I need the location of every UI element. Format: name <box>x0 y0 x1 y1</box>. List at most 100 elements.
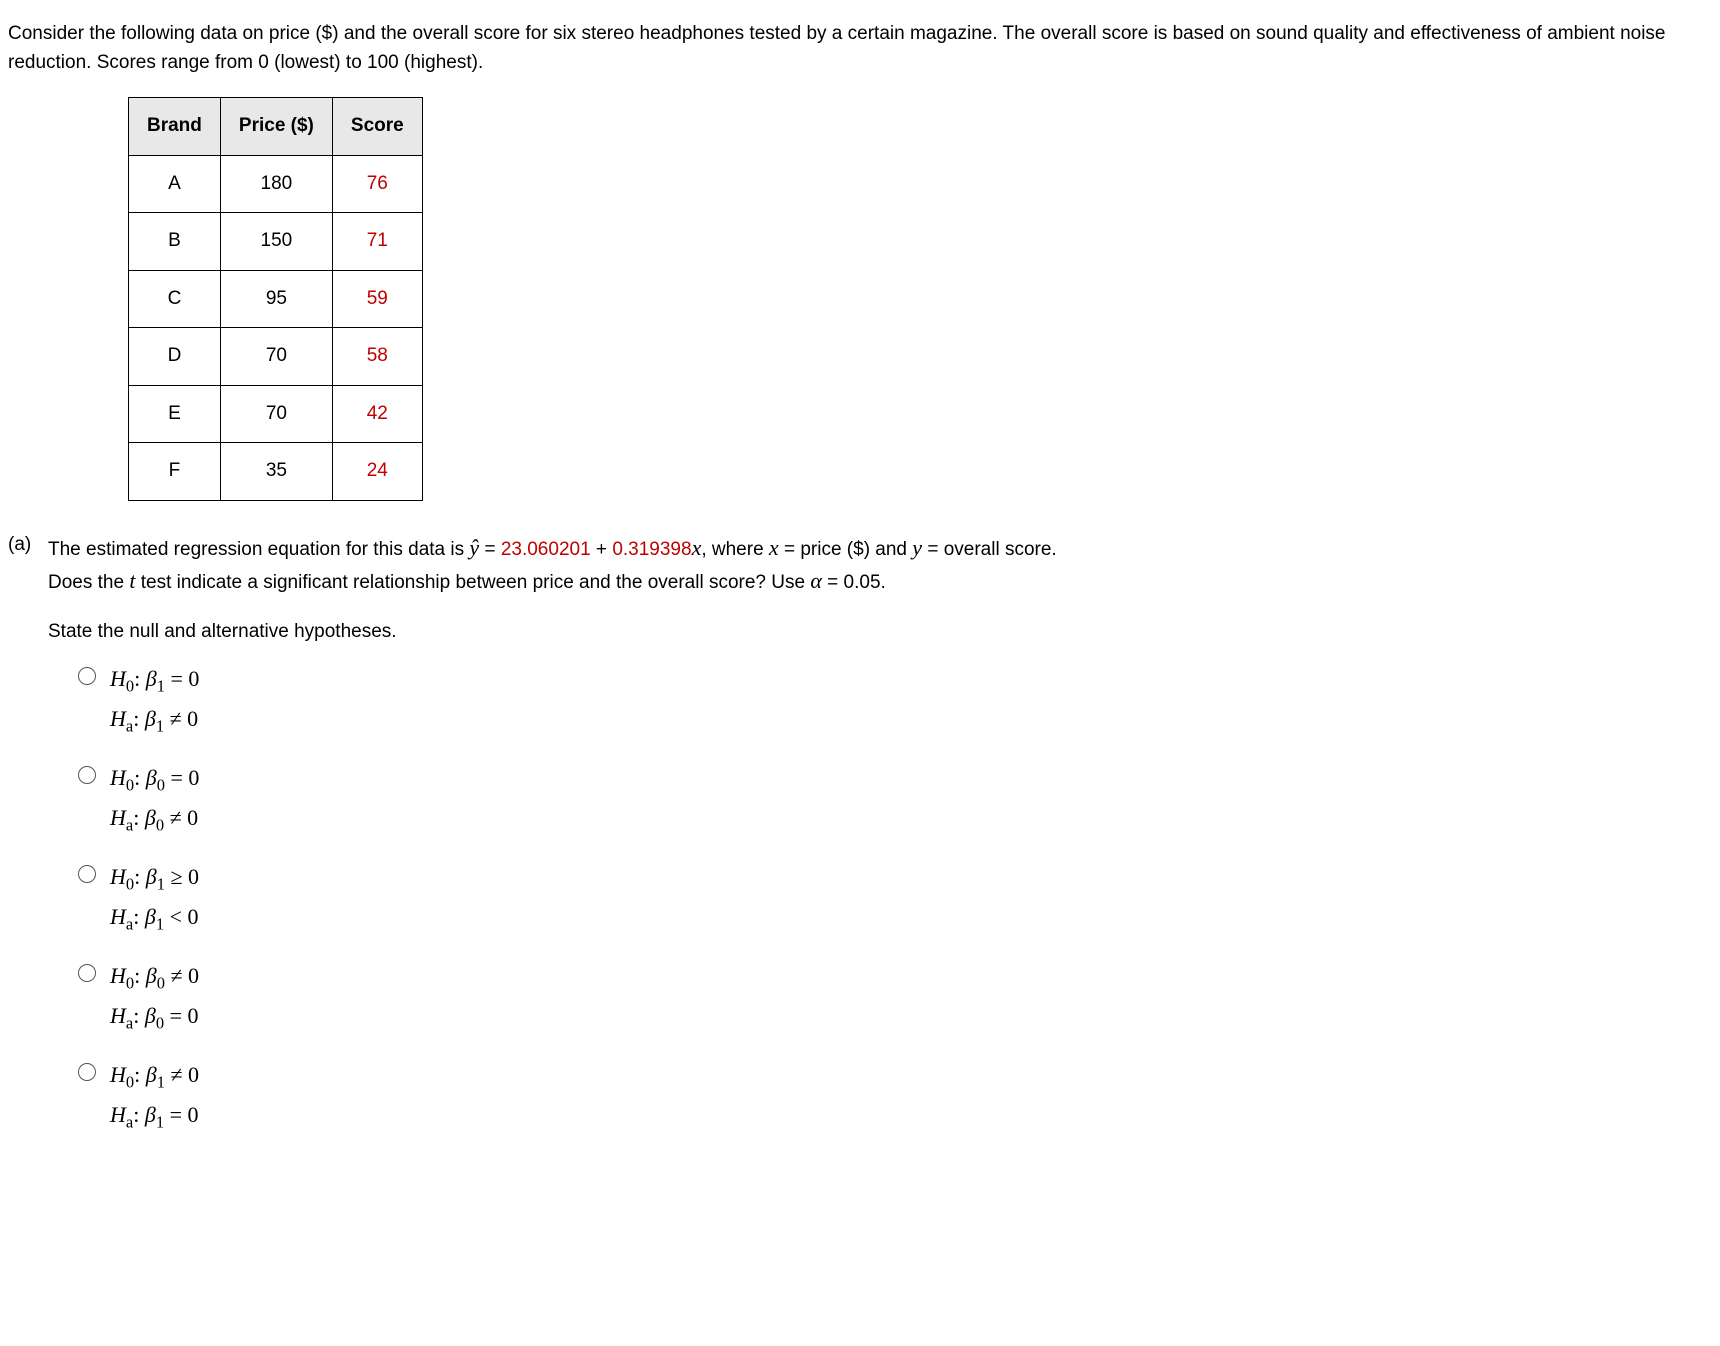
h0-colon: : <box>134 1062 146 1087</box>
h0-h: H <box>110 963 126 988</box>
col-price-header: Price ($) <box>220 98 332 156</box>
eq-yvar: y <box>912 535 922 560</box>
cell-price: 70 <box>220 328 332 386</box>
ha-h: H <box>110 1003 126 1028</box>
h0-sub: 0 <box>126 973 134 992</box>
cell-brand: B <box>129 213 221 271</box>
intro-text: Consider the following data on price ($)… <box>8 20 1700 77</box>
eq-ydef-text: = overall score. <box>922 539 1057 560</box>
q2b: test indicate a significant relationship… <box>135 572 810 593</box>
ha-beta: β <box>145 1102 156 1127</box>
part-a-body: The estimated regression equation for th… <box>48 531 1700 598</box>
eq-slope: 0.319398 <box>612 539 691 560</box>
data-table: Brand Price ($) Score A 180 76 B 150 71 … <box>128 97 423 501</box>
table-row: D 70 58 <box>129 328 423 386</box>
cell-score: 42 <box>332 385 422 443</box>
table-header-row: Brand Price ($) Score <box>129 98 423 156</box>
cell-score: 58 <box>332 328 422 386</box>
radio-icon[interactable] <box>78 964 96 982</box>
col-score-header: Score <box>332 98 422 156</box>
cell-brand: F <box>129 443 221 501</box>
ha-rest: = 0 <box>164 1102 198 1127</box>
radio-icon[interactable] <box>78 667 96 685</box>
h0-bsub: 1 <box>157 874 165 893</box>
option-4[interactable]: H0: β0 ≠ 0 Ha: β0 = 0 <box>78 957 1700 1038</box>
option-5-text: H0: β1 ≠ 0 Ha: β1 = 0 <box>110 1056 199 1137</box>
h0-beta: β <box>146 1062 157 1087</box>
ha-beta: β <box>145 805 156 830</box>
table-row: F 35 24 <box>129 443 423 501</box>
option-1-text: H0: β1 = 0 Ha: β1 ≠ 0 <box>110 660 199 741</box>
cell-score: 71 <box>332 213 422 271</box>
h0-beta: β <box>146 864 157 889</box>
cell-brand: D <box>129 328 221 386</box>
cell-price: 150 <box>220 213 332 271</box>
ha-rest: ≠ 0 <box>164 805 198 830</box>
table-row: C 95 59 <box>129 270 423 328</box>
ha-bsub: 1 <box>156 915 164 934</box>
ha-colon: : <box>133 805 145 830</box>
h0-sub: 0 <box>126 676 134 695</box>
h0-bsub: 0 <box>157 775 165 794</box>
h0-colon: : <box>134 765 146 790</box>
cell-brand: E <box>129 385 221 443</box>
radio-icon[interactable] <box>78 1063 96 1081</box>
eq-pretext: The estimated regression equation for th… <box>48 539 469 560</box>
ha-colon: : <box>133 706 145 731</box>
ha-beta: β <box>145 706 156 731</box>
eq-xvar: x <box>769 535 779 560</box>
option-1[interactable]: H0: β1 = 0 Ha: β1 ≠ 0 <box>78 660 1700 741</box>
h0-sub: 0 <box>126 775 134 794</box>
table-row: E 70 42 <box>129 385 423 443</box>
option-4-text: H0: β0 ≠ 0 Ha: β0 = 0 <box>110 957 199 1038</box>
ha-h: H <box>110 706 126 731</box>
cell-price: 95 <box>220 270 332 328</box>
ha-beta: β <box>145 904 156 929</box>
ha-h: H <box>110 904 126 929</box>
h0-bsub: 0 <box>157 973 165 992</box>
h0-h: H <box>110 1062 126 1087</box>
h0-beta: β <box>146 963 157 988</box>
h0-beta: β <box>146 765 157 790</box>
h0-h: H <box>110 864 126 889</box>
option-2[interactable]: H0: β0 = 0 Ha: β0 ≠ 0 <box>78 759 1700 840</box>
eq-equals: = <box>479 539 501 560</box>
h0-rest: ≠ 0 <box>165 1062 199 1087</box>
ha-bsub: 1 <box>156 1112 164 1131</box>
h0-rest: ≠ 0 <box>165 963 199 988</box>
state-hypotheses-prompt: State the null and alternative hypothese… <box>48 618 1700 647</box>
ha-beta: β <box>145 1003 156 1028</box>
eq-intercept: 23.060201 <box>501 539 591 560</box>
q2a: Does the <box>48 572 129 593</box>
eq-xdef-text: = price ($) and <box>779 539 913 560</box>
ha-bsub: 0 <box>156 1013 164 1032</box>
h0-colon: : <box>134 963 146 988</box>
cell-price: 180 <box>220 155 332 213</box>
h0-rest: = 0 <box>165 666 199 691</box>
table-row: A 180 76 <box>129 155 423 213</box>
ha-h: H <box>110 805 126 830</box>
option-3[interactable]: H0: β1 ≥ 0 Ha: β1 < 0 <box>78 858 1700 939</box>
part-a-label: (a) <box>8 531 48 598</box>
part-a: (a) The estimated regression equation fo… <box>8 531 1700 598</box>
h0-bsub: 1 <box>157 676 165 695</box>
yhat: ŷ <box>469 535 479 560</box>
ha-rest: ≠ 0 <box>164 706 198 731</box>
option-5[interactable]: H0: β1 ≠ 0 Ha: β1 = 0 <box>78 1056 1700 1137</box>
eq-post1: , where <box>701 539 769 560</box>
radio-icon[interactable] <box>78 865 96 883</box>
alpha-sym: α <box>810 568 822 593</box>
cell-price: 35 <box>220 443 332 501</box>
cell-price: 70 <box>220 385 332 443</box>
eq-plus: + <box>591 539 613 560</box>
h0-colon: : <box>134 864 146 889</box>
eq-x: x <box>692 535 702 560</box>
cell-score: 76 <box>332 155 422 213</box>
h0-h: H <box>110 666 126 691</box>
table-row: B 150 71 <box>129 213 423 271</box>
radio-icon[interactable] <box>78 766 96 784</box>
col-brand-header: Brand <box>129 98 221 156</box>
ha-h: H <box>110 1102 126 1127</box>
h0-rest: ≥ 0 <box>165 864 199 889</box>
ha-colon: : <box>133 1102 145 1127</box>
